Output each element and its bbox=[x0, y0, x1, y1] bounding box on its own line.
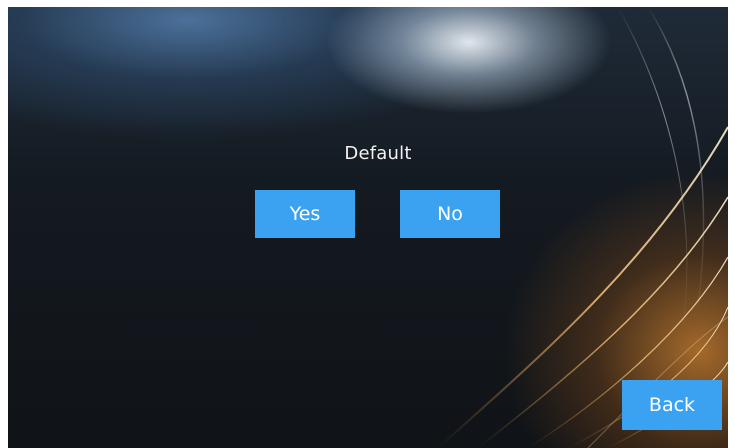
back-button[interactable]: Back bbox=[622, 380, 722, 430]
device-screen: Default Yes No Back bbox=[8, 7, 728, 448]
yes-button[interactable]: Yes bbox=[255, 190, 355, 238]
no-button[interactable]: No bbox=[400, 190, 500, 238]
background-swirls bbox=[437, 7, 728, 448]
default-prompt-label: Default bbox=[344, 143, 412, 164]
